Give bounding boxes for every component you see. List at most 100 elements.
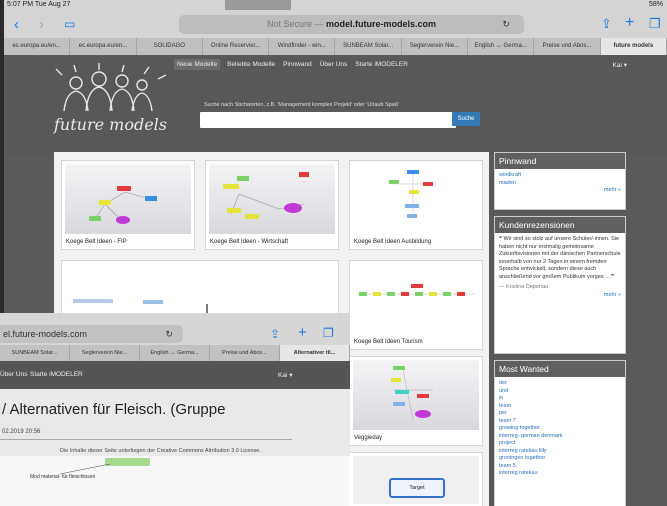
tab-strip: ec.europa.eu/en... ec.europa.eu/en... SO…: [4, 38, 667, 55]
tab-5[interactable]: SUNBEAM Solar...: [335, 38, 402, 55]
url-prefix: Not Secure —: [266, 19, 326, 29]
tab-8[interactable]: Preise und Abos...: [534, 38, 601, 55]
status-time: 5:07 PM Tue Aug 27: [7, 1, 71, 8]
model-title: Koege Belt Ideen Ausbildung: [354, 239, 432, 245]
overlay-tabs-icon[interactable]: ❐: [323, 326, 334, 341]
user-menu[interactable]: Kai ▾: [613, 61, 627, 69]
tag-link[interactable]: interreg ratekau lilly: [499, 448, 621, 456]
most-wanted-panel: Most Wanted der und in team per team 7 g…: [494, 360, 626, 506]
reviews-title: Kundenrezensionen: [495, 217, 625, 233]
model-canvas[interactable]: Mod material- für fleischlosen: [0, 456, 350, 506]
tag-link[interactable]: team 7: [499, 418, 621, 426]
new-tab-icon[interactable]: +: [625, 15, 634, 31]
model-title: Koege Belt Ideen - FIP: [66, 239, 127, 245]
url-host: model.future-models.com: [326, 19, 437, 29]
model-thumbnail: Target: [353, 456, 479, 504]
overlay-tab-2[interactable]: English ↔ Germa...: [140, 345, 210, 361]
model-thumbnail: [353, 360, 479, 430]
pinnwand-more-link[interactable]: mehr »: [499, 187, 621, 195]
tag-link[interactable]: interreg- german denmark: [499, 433, 621, 441]
reviews-more-link[interactable]: mehr »: [499, 292, 621, 300]
tag-link[interactable]: in: [499, 395, 621, 403]
pinnwand-title: Pinnwand: [495, 153, 625, 169]
review-text: ❝ Wir sind so stolz auf unsere Schüler/-…: [499, 236, 621, 280]
target-node: Target: [389, 478, 445, 498]
battery-level: 58%: [648, 1, 663, 8]
tag-link[interactable]: growing together: [499, 425, 621, 433]
forward-icon[interactable]: ›: [39, 17, 44, 32]
overlay-new-tab-icon[interactable]: +: [298, 325, 307, 340]
overlay-tab-1[interactable]: Seglerverein Nie...: [70, 345, 140, 361]
model-card[interactable]: Target: [349, 452, 483, 506]
tag-link[interactable]: team 5: [499, 463, 621, 471]
tab-6[interactable]: Seglerverein Nie...: [402, 38, 469, 55]
overlay-url: el.future-models.com: [3, 329, 88, 339]
bookmarks-icon[interactable]: ▭: [64, 17, 75, 32]
tag-link[interactable]: und: [499, 388, 621, 396]
tab-7[interactable]: English ↔ Germa...: [468, 38, 535, 55]
site-menu: Neue Modelle Beliebte Modelle Pinnwand Ü…: [174, 59, 409, 70]
tab-9[interactable]: future models: [600, 38, 667, 55]
site-header: Neue Modelle Beliebte Modelle Pinnwand Ü…: [4, 55, 667, 155]
model-thumbnail: [353, 264, 479, 334]
reviews-panel: Kundenrezensionen ❝ Wir sind so stolz au…: [494, 216, 626, 354]
browser-toolbar: ‹ › ▭ Not Secure — model.future-models.c…: [4, 11, 667, 38]
overlay-tab-3[interactable]: Preise und Abos...: [210, 345, 280, 361]
tab-3[interactable]: Online Reservier...: [203, 38, 270, 55]
reload-icon[interactable]: ↻: [502, 15, 510, 34]
model-thumbnail: [353, 164, 479, 234]
overlay-toolbar: el.future-models.com ↻ ⇪ + ❐: [0, 313, 350, 345]
overlay-reload-icon[interactable]: ↻: [165, 325, 173, 343]
tag-link[interactable]: per: [499, 410, 621, 418]
menu-pinnwand[interactable]: Pinnwand: [282, 61, 313, 70]
tab-1[interactable]: ec.europa.eu/en...: [70, 38, 137, 55]
site-logo[interactable]: future models: [54, 115, 167, 134]
address-bar[interactable]: Not Secure — model.future-models.com ↻: [179, 15, 524, 34]
tag-link[interactable]: team: [499, 403, 621, 411]
pinnwand-link[interactable]: maden: [499, 180, 621, 188]
model-title: Koege Belt Ideen - Wirtschaft: [210, 239, 289, 245]
tag-link[interactable]: groningen together: [499, 455, 621, 463]
overlay-address-bar[interactable]: el.future-models.com ↻: [0, 325, 183, 343]
overlay-site-header: Über Uns Starte iMODELER Kai ▾: [0, 361, 350, 389]
model-card[interactable]: Veggieday: [349, 356, 483, 446]
model-card[interactable]: Koege Belt Ideen - Wirtschaft: [205, 160, 339, 250]
overlay-tab-0[interactable]: SUNBEAM Solar...: [0, 345, 70, 361]
overlay-user-menu[interactable]: Kai ▾: [278, 371, 292, 379]
model-page-title: / Alternativen für Fleisch. (Gruppe: [2, 401, 226, 418]
overlay-menu-start[interactable]: Starte iMODELER: [30, 371, 83, 378]
model-card[interactable]: Koege Belt Ideen Ausbildung: [349, 160, 483, 250]
search-hint: Suche nach Stichworten, z.B. 'Management…: [204, 102, 400, 108]
overlay-tab-4[interactable]: Alternativer til...: [280, 345, 350, 361]
menu-start-imodeler[interactable]: Starte iMODELER: [354, 61, 409, 70]
tab-2[interactable]: SOLIDAGO: [137, 38, 203, 55]
logo-figures-icon: [55, 63, 167, 112]
search-input[interactable]: [200, 112, 456, 128]
pinnwand-panel: Pinnwand windkraft maden mehr »: [494, 152, 626, 210]
model-thumbnail: [209, 164, 335, 234]
review-author: — Kristina Depenau: [499, 284, 549, 290]
model-card[interactable]: Koege Belt Ideen Tourism: [349, 260, 483, 350]
tag-link[interactable]: project: [499, 440, 621, 448]
back-icon[interactable]: ‹: [14, 17, 19, 32]
tag-link[interactable]: der: [499, 380, 621, 388]
model-card[interactable]: Koege Belt Ideen - FIP: [61, 160, 195, 250]
menu-new-models[interactable]: Neue Modelle: [174, 59, 221, 70]
status-bar: 5:07 PM Tue Aug 27 58%: [4, 0, 667, 11]
tabs-overview-icon[interactable]: ❐: [649, 16, 661, 31]
license-text: Die Inhalte dieser Seite unterliegen der…: [60, 448, 261, 454]
menu-about[interactable]: Über Uns: [319, 61, 348, 70]
tab-0[interactable]: ec.europa.eu/en...: [4, 38, 71, 55]
share-icon[interactable]: ⇪: [601, 16, 612, 31]
background-window-edge: [225, 0, 291, 10]
tab-4[interactable]: Windfinder - win...: [269, 38, 336, 55]
overlay-share-icon[interactable]: ⇪: [270, 327, 280, 342]
pinnwand-link[interactable]: windkraft: [499, 172, 621, 180]
model-title: Koege Belt Ideen Tourism: [354, 339, 423, 345]
model-title: Veggieday: [354, 435, 383, 441]
search-button[interactable]: Suche: [452, 112, 480, 126]
overlay-browser-window: el.future-models.com ↻ ⇪ + ❐ SUNBEAM Sol…: [0, 313, 350, 506]
tag-link[interactable]: interreg ratekau: [499, 470, 621, 478]
overlay-menu-about[interactable]: Über Uns: [0, 371, 27, 378]
menu-popular-models[interactable]: Beliebte Modelle: [226, 61, 276, 70]
